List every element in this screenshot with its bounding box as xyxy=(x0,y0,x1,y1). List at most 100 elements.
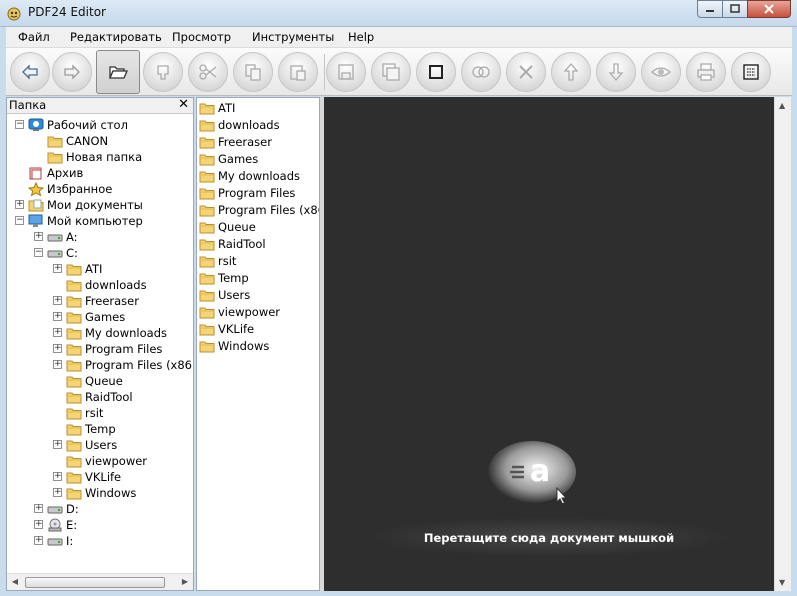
tree-node[interactable]: + D: xyxy=(34,501,79,517)
tree-node[interactable]: Queue xyxy=(53,373,123,389)
tree-node[interactable]: + Users xyxy=(53,437,117,453)
close-window-button[interactable] xyxy=(747,0,791,18)
tree-node[interactable]: RaidTool xyxy=(53,389,133,405)
menu-help[interactable]: Help xyxy=(348,30,374,44)
document-viewer[interactable]: a Перетащите сюда документ мышкой xyxy=(324,97,774,591)
folder-list-item[interactable]: downloads xyxy=(199,116,280,133)
expand-icon[interactable]: + xyxy=(53,440,62,449)
folder-list-item[interactable]: ATI xyxy=(199,99,235,116)
save-all-button[interactable] xyxy=(371,52,411,92)
tree-node[interactable]: + Freeraser xyxy=(53,293,139,309)
folder-list-item[interactable]: My downloads xyxy=(199,167,300,184)
folder-tree: − Рабочий стол CANON Новая папка Архив Избран… xyxy=(7,115,193,571)
horizontal-scrollbar[interactable]: ◀ ▶ xyxy=(7,573,193,590)
tree-node[interactable]: + Program Files xyxy=(53,341,162,357)
import-button[interactable] xyxy=(143,52,183,92)
expand-icon[interactable]: + xyxy=(15,200,24,209)
menu-file[interactable]: Файл xyxy=(18,30,50,44)
expand-icon[interactable]: + xyxy=(53,296,62,305)
folder-icon xyxy=(66,358,82,372)
folder-icon xyxy=(199,305,215,319)
folder-list-item[interactable]: Freeraser xyxy=(199,133,272,150)
tree-node[interactable]: + A: xyxy=(34,229,78,245)
expand-icon[interactable]: + xyxy=(34,232,43,241)
folder-list-item[interactable]: viewpower xyxy=(199,303,280,320)
expand-icon[interactable]: + xyxy=(34,504,43,513)
move-down-button[interactable] xyxy=(596,52,636,92)
tree-node[interactable]: − Рабочий стол xyxy=(15,117,128,133)
folder-list-item[interactable]: VKLife xyxy=(199,320,254,337)
expand-icon[interactable]: + xyxy=(53,472,62,481)
collapse-icon[interactable]: − xyxy=(34,248,43,257)
tree-node[interactable]: + I: xyxy=(34,533,73,549)
scroll-up-icon[interactable]: ▲ xyxy=(779,101,785,110)
scroll-left-icon[interactable]: ◀ xyxy=(10,577,20,587)
tree-node[interactable]: − Мой компьютер xyxy=(15,213,143,229)
maximize-button[interactable] xyxy=(722,0,748,18)
minimize-button[interactable] xyxy=(697,0,723,18)
tree-node[interactable]: + ATI xyxy=(53,261,102,277)
folder-list-item[interactable]: Windows xyxy=(199,337,269,354)
scroll-down-icon[interactable]: ▼ xyxy=(779,578,785,587)
save-button[interactable] xyxy=(326,52,366,92)
tree-node[interactable]: Избранное xyxy=(15,181,112,197)
copy-button[interactable] xyxy=(233,52,273,92)
tree-node[interactable]: + E: xyxy=(34,517,77,533)
scroll-right-icon[interactable]: ▶ xyxy=(180,577,190,587)
menu-view[interactable]: Просмотр xyxy=(172,30,231,44)
expand-icon[interactable]: + xyxy=(53,488,62,497)
tree-node[interactable]: + Windows xyxy=(53,485,136,501)
pdf24-app-icon xyxy=(7,7,21,21)
expand-icon[interactable]: + xyxy=(53,328,62,337)
merge-button[interactable] xyxy=(461,52,501,92)
expand-icon[interactable]: + xyxy=(53,312,62,321)
folder-list-item[interactable]: Temp xyxy=(199,269,249,286)
forward-button[interactable] xyxy=(52,52,92,92)
tree-node[interactable]: + Games xyxy=(53,309,125,325)
expand-icon[interactable]: + xyxy=(34,536,43,545)
tree-node[interactable]: viewpower xyxy=(53,453,147,469)
tree-node-label: VKLife xyxy=(85,470,122,484)
back-button[interactable] xyxy=(10,52,50,92)
folder-list-item[interactable]: Program Files xyxy=(199,184,295,201)
open-folder-button[interactable] xyxy=(96,50,140,94)
vertical-scrollbar[interactable]: ▲ ▼ xyxy=(774,97,791,591)
folder-list-item[interactable]: Program Files (x86 xyxy=(199,201,319,218)
tree-node[interactable]: + VKLife xyxy=(53,469,121,485)
tree-node[interactable]: CANON xyxy=(34,133,108,149)
menu-edit[interactable]: Редактировать xyxy=(70,30,162,44)
folder-icon xyxy=(66,406,82,420)
folder-list-item[interactable]: Games xyxy=(199,150,258,167)
paste-button[interactable] xyxy=(278,52,318,92)
delete-button[interactable] xyxy=(506,52,546,92)
cut-button[interactable] xyxy=(188,52,228,92)
expand-icon[interactable]: + xyxy=(53,344,62,353)
tree-node[interactable]: Temp xyxy=(53,421,116,437)
scroll-thumb[interactable] xyxy=(25,577,165,588)
expand-icon[interactable]: + xyxy=(53,264,62,273)
settings-button[interactable] xyxy=(731,52,771,92)
tree-node[interactable]: Новая папка xyxy=(34,149,142,165)
view-button[interactable] xyxy=(641,52,681,92)
crop-button[interactable] xyxy=(416,52,456,92)
collapse-icon[interactable]: − xyxy=(15,216,24,225)
tree-node[interactable]: + My downloads xyxy=(53,325,167,341)
expand-icon[interactable]: + xyxy=(34,520,43,529)
tree-node[interactable]: − C: xyxy=(34,245,78,261)
move-up-button[interactable] xyxy=(551,52,591,92)
expand-icon[interactable]: + xyxy=(53,360,62,369)
tree-node[interactable]: + Мои документы xyxy=(15,197,143,213)
folder-list-item[interactable]: rsit xyxy=(199,252,236,269)
print-button[interactable] xyxy=(686,52,726,92)
folder-list-item[interactable]: Queue xyxy=(199,218,256,235)
tree-node[interactable]: Архив xyxy=(15,165,83,181)
tree-node[interactable]: rsit xyxy=(53,405,103,421)
menu-tools[interactable]: Инструменты xyxy=(252,30,334,44)
folder-icon xyxy=(199,271,215,285)
tree-node[interactable]: + Program Files (x86 xyxy=(53,357,192,373)
close-pane-button[interactable]: ✕ xyxy=(178,98,189,112)
tree-node[interactable]: downloads xyxy=(53,277,147,293)
collapse-icon[interactable]: − xyxy=(15,120,24,129)
folder-list-item[interactable]: RaidTool xyxy=(199,235,266,252)
folder-list-item[interactable]: Users xyxy=(199,286,250,303)
